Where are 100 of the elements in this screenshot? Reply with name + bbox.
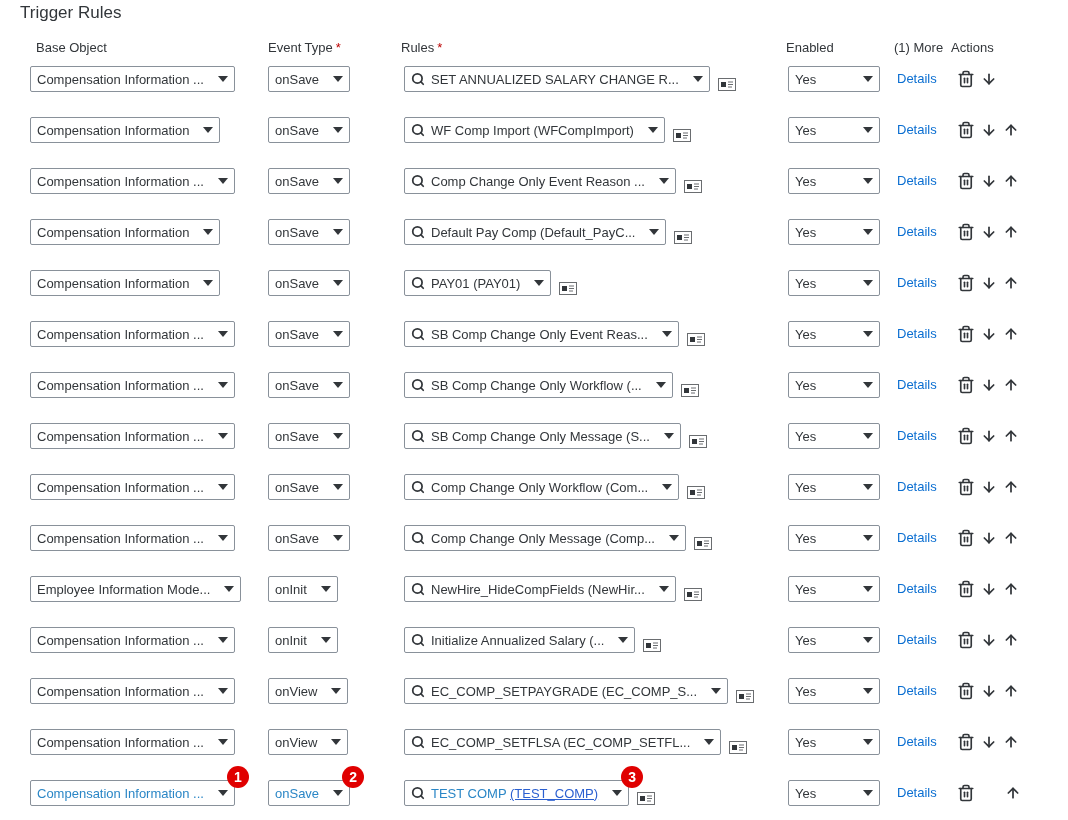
enabled-select[interactable]: Yes: [788, 729, 880, 755]
rule-select[interactable]: NewHire_HideCompFields (NewHir...: [404, 576, 676, 602]
card-icon[interactable]: [687, 485, 706, 499]
card-icon[interactable]: [643, 638, 662, 652]
delete-icon[interactable]: [957, 580, 975, 598]
card-icon[interactable]: [717, 77, 736, 91]
enabled-select[interactable]: Yes: [788, 576, 880, 602]
enabled-select[interactable]: Yes: [788, 780, 880, 806]
rule-select[interactable]: Initialize Annualized Salary (...: [404, 627, 636, 653]
arrow-up-icon[interactable]: [1003, 224, 1019, 240]
details-link[interactable]: Details: [897, 219, 957, 239]
rule-select[interactable]: EC_COMP_SETFLSA (EC_COMP_SETFL...: [404, 729, 722, 755]
enabled-select[interactable]: Yes: [788, 423, 880, 449]
details-link[interactable]: Details: [897, 678, 957, 698]
delete-icon[interactable]: [957, 682, 975, 700]
rule-link[interactable]: (TEST_COMP): [510, 785, 599, 801]
enabled-select[interactable]: Yes: [788, 525, 880, 551]
event-type-select[interactable]: onSave: [268, 321, 351, 347]
arrow-down-icon[interactable]: [981, 428, 997, 444]
arrow-up-icon[interactable]: [1003, 581, 1019, 597]
details-link[interactable]: Details: [897, 576, 957, 596]
arrow-up-icon[interactable]: [1003, 530, 1019, 546]
card-icon[interactable]: [683, 179, 702, 193]
delete-icon[interactable]: [957, 427, 975, 445]
card-icon[interactable]: [674, 230, 693, 244]
delete-icon[interactable]: [957, 478, 975, 496]
rule-select[interactable]: TEST COMP (TEST_COMP): [404, 780, 630, 806]
arrow-up-icon[interactable]: [1003, 479, 1019, 495]
details-link[interactable]: Details: [897, 117, 957, 137]
event-type-select[interactable]: onSave: [268, 372, 351, 398]
arrow-up-icon[interactable]: [1003, 377, 1019, 393]
event-type-select[interactable]: onView: [268, 729, 349, 755]
enabled-select[interactable]: Yes: [788, 168, 880, 194]
enabled-select[interactable]: Yes: [788, 219, 880, 245]
arrow-up-icon[interactable]: [1003, 632, 1019, 648]
details-link[interactable]: Details: [897, 729, 957, 749]
arrow-up-icon[interactable]: [1003, 734, 1019, 750]
arrow-down-icon[interactable]: [981, 479, 997, 495]
base-object-select[interactable]: Compensation Information: [30, 117, 221, 143]
arrow-down-icon[interactable]: [981, 71, 997, 87]
delete-icon[interactable]: [957, 274, 975, 292]
arrow-down-icon[interactable]: [981, 734, 997, 750]
rule-select[interactable]: Comp Change Only Event Reason ...: [404, 168, 676, 194]
details-link[interactable]: Details: [897, 525, 957, 545]
arrow-up-icon[interactable]: [1003, 275, 1019, 291]
arrow-up-icon[interactable]: [1003, 122, 1019, 138]
event-type-select[interactable]: onSave: [268, 117, 351, 143]
arrow-up-icon[interactable]: [1003, 173, 1019, 189]
arrow-down-icon[interactable]: [981, 377, 997, 393]
event-type-select[interactable]: onSave: [268, 66, 351, 92]
event-type-select[interactable]: onInit: [268, 627, 338, 653]
card-icon[interactable]: [559, 281, 578, 295]
base-object-select[interactable]: Compensation Information ...: [30, 423, 235, 449]
rule-select[interactable]: SB Comp Change Only Event Reas...: [404, 321, 679, 347]
base-object-select[interactable]: Compensation Information ...: [30, 372, 235, 398]
enabled-select[interactable]: Yes: [788, 66, 880, 92]
arrow-up-icon[interactable]: [1003, 683, 1019, 699]
base-object-select[interactable]: Compensation Information: [30, 270, 221, 296]
delete-icon[interactable]: [957, 784, 975, 802]
delete-icon[interactable]: [957, 529, 975, 547]
event-type-select[interactable]: onSave: [268, 270, 351, 296]
card-icon[interactable]: [688, 434, 707, 448]
rule-select[interactable]: Comp Change Only Message (Comp...: [404, 525, 686, 551]
arrow-down-icon[interactable]: [981, 224, 997, 240]
details-link[interactable]: Details: [897, 168, 957, 188]
rule-select[interactable]: SB Comp Change Only Message (S...: [404, 423, 681, 449]
enabled-select[interactable]: Yes: [788, 627, 880, 653]
arrow-down-icon[interactable]: [981, 632, 997, 648]
base-object-select[interactable]: Employee Information Mode...: [30, 576, 242, 602]
card-icon[interactable]: [729, 740, 748, 754]
delete-icon[interactable]: [957, 172, 975, 190]
enabled-select[interactable]: Yes: [788, 678, 880, 704]
details-link[interactable]: Details: [897, 321, 957, 341]
arrow-down-icon[interactable]: [981, 326, 997, 342]
arrow-down-icon[interactable]: [981, 173, 997, 189]
details-link[interactable]: Details: [897, 66, 957, 86]
event-type-select[interactable]: onSave: [268, 423, 351, 449]
arrow-down-icon[interactable]: [981, 683, 997, 699]
event-type-select[interactable]: onInit: [268, 576, 338, 602]
arrow-up-icon[interactable]: [1003, 326, 1019, 342]
delete-icon[interactable]: [957, 376, 975, 394]
enabled-select[interactable]: Yes: [788, 321, 880, 347]
rule-select[interactable]: SET ANNUALIZED SALARY CHANGE R...: [404, 66, 710, 92]
rule-select[interactable]: EC_COMP_SETPAYGRADE (EC_COMP_S...: [404, 678, 729, 704]
delete-icon[interactable]: [957, 733, 975, 751]
base-object-select[interactable]: Compensation Information ...: [30, 321, 235, 347]
enabled-select[interactable]: Yes: [788, 270, 880, 296]
rule-select[interactable]: Default Pay Comp (Default_PayC...: [404, 219, 667, 245]
enabled-select[interactable]: Yes: [788, 474, 880, 500]
card-icon[interactable]: [672, 128, 691, 142]
base-object-select[interactable]: Compensation Information ...: [30, 729, 235, 755]
event-type-select[interactable]: onSave: [268, 525, 351, 551]
event-type-select[interactable]: onSave: [268, 219, 351, 245]
details-link[interactable]: Details: [897, 627, 957, 647]
card-icon[interactable]: [637, 791, 656, 805]
event-type-select[interactable]: onSave: [268, 474, 351, 500]
card-icon[interactable]: [694, 536, 712, 550]
delete-icon[interactable]: [957, 631, 975, 649]
card-icon[interactable]: [680, 383, 699, 397]
base-object-select[interactable]: Compensation Information ...: [30, 780, 235, 806]
